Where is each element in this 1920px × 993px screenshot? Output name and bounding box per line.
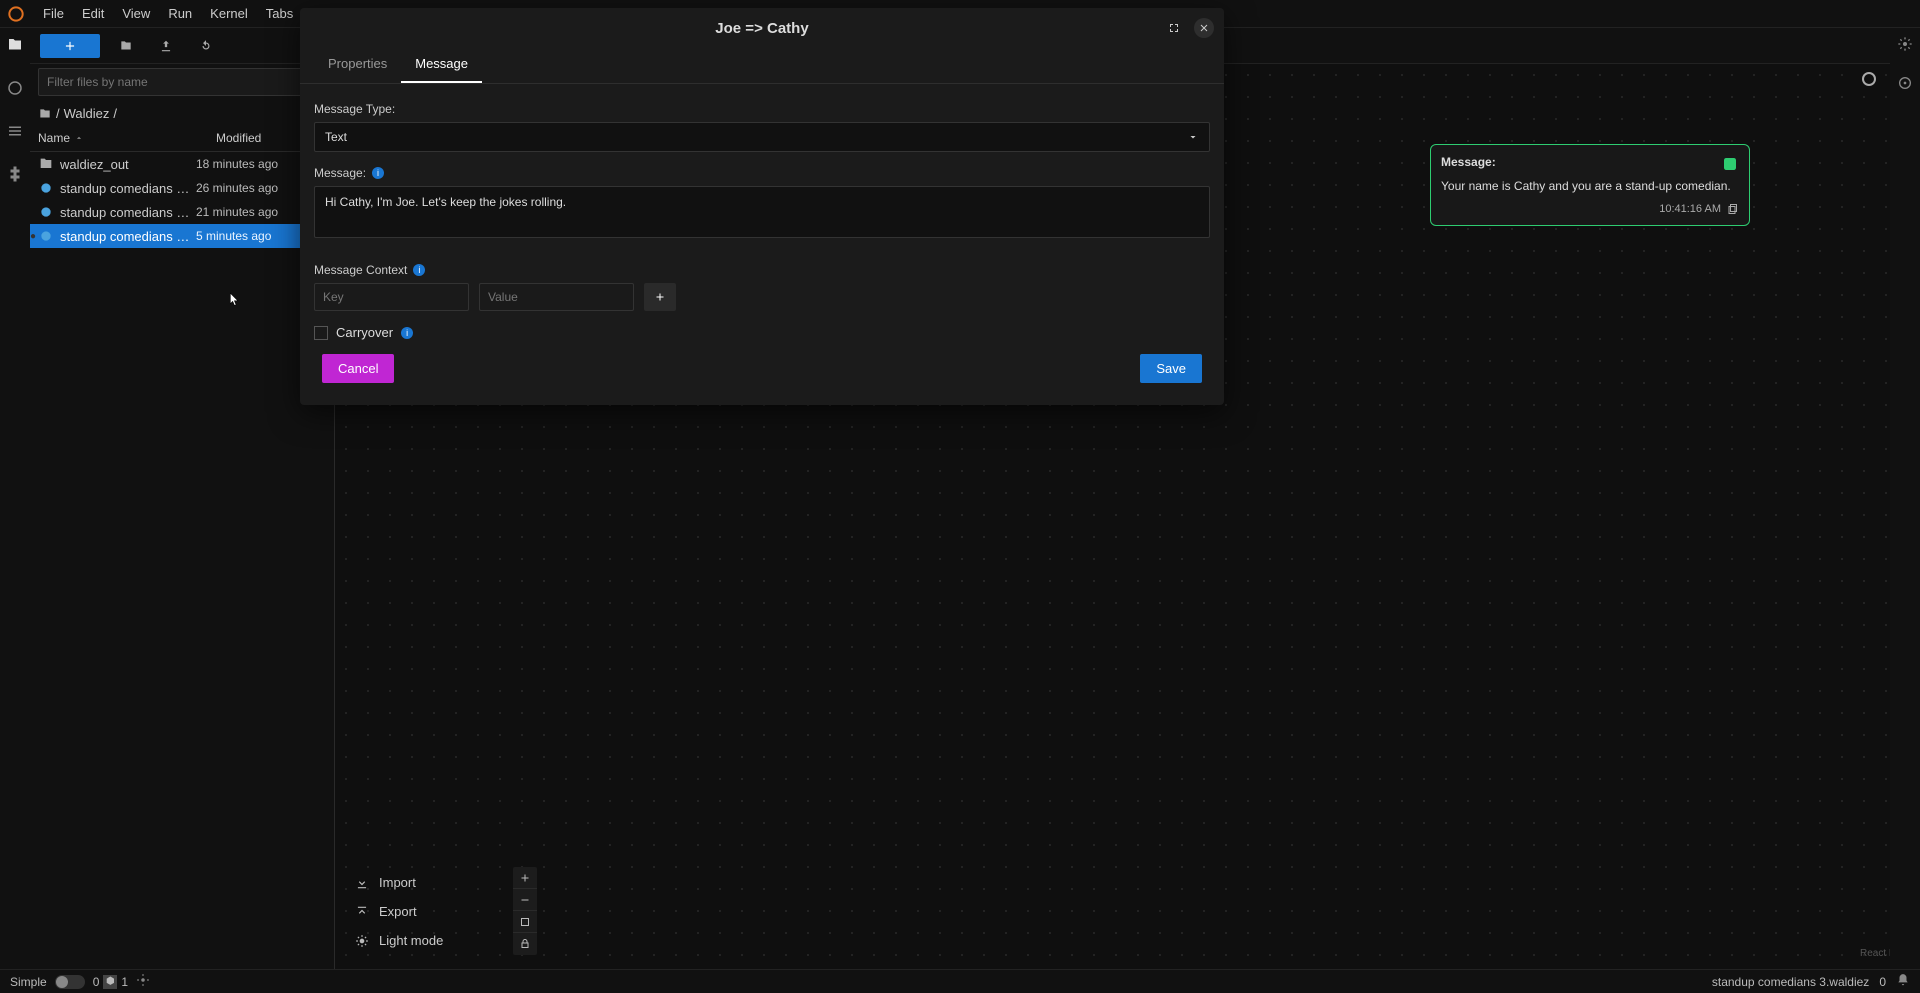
zoom-out-button[interactable] bbox=[513, 889, 537, 911]
message-textarea[interactable] bbox=[314, 186, 1210, 238]
kernel-status-icon bbox=[1862, 72, 1876, 86]
breadcrumb-root[interactable]: / bbox=[56, 106, 60, 121]
info-icon[interactable]: i bbox=[413, 264, 425, 276]
status-gear-icon[interactable] bbox=[136, 973, 150, 990]
tab-message[interactable]: Message bbox=[401, 48, 482, 83]
notifications-icon[interactable] bbox=[1896, 973, 1910, 990]
folder-icon bbox=[38, 156, 54, 172]
menu-file[interactable]: File bbox=[34, 6, 73, 21]
file-row[interactable]: waldiez_out18 minutes ago bbox=[0, 152, 334, 176]
modal-fullscreen-button[interactable] bbox=[1164, 18, 1184, 38]
flow-node-cathy[interactable]: Message: Your name is Cathy and you are … bbox=[1430, 144, 1750, 226]
info-icon[interactable]: i bbox=[372, 167, 384, 179]
file-name: standup comedians 2.waldiez bbox=[60, 205, 196, 220]
fit-view-button[interactable] bbox=[513, 911, 537, 933]
waldiez-file-icon bbox=[38, 204, 54, 220]
breadcrumb[interactable]: / Waldiez / bbox=[0, 102, 334, 125]
status-kernel-num: 1 bbox=[121, 975, 128, 989]
canvas-toolbar: Import Export Light mode bbox=[345, 868, 505, 955]
dirty-dot: ● bbox=[30, 231, 36, 242]
status-right-num: 0 bbox=[1879, 975, 1886, 989]
file-row[interactable]: standup comedians 2.waldiez21 minutes ag… bbox=[0, 200, 334, 224]
status-left-num: 0 bbox=[93, 975, 100, 989]
file-filter-input[interactable] bbox=[38, 68, 326, 96]
context-add-button[interactable] bbox=[644, 283, 676, 311]
label-message-context: Message Contexti bbox=[314, 263, 1210, 277]
edge-config-modal: Joe => Cathy Properties Message Message … bbox=[300, 8, 1224, 405]
rail-files-icon[interactable] bbox=[6, 36, 24, 59]
refresh-button[interactable] bbox=[192, 34, 220, 58]
menu-view[interactable]: View bbox=[113, 6, 159, 21]
context-value-input[interactable] bbox=[479, 283, 634, 311]
menu-run[interactable]: Run bbox=[159, 6, 201, 21]
modal-close-button[interactable] bbox=[1194, 18, 1214, 38]
canvas-import[interactable]: Import bbox=[345, 868, 505, 897]
modal-header: Joe => Cathy bbox=[300, 8, 1224, 48]
file-row[interactable]: ●standup comedians 3.waldiez5 minutes ag… bbox=[0, 224, 334, 248]
chevron-down-icon bbox=[1187, 131, 1199, 143]
tab-properties[interactable]: Properties bbox=[314, 48, 401, 83]
mode-toggle[interactable] bbox=[55, 975, 85, 989]
menu-kernel[interactable]: Kernel bbox=[201, 6, 257, 21]
rail-settings-icon[interactable] bbox=[1897, 75, 1913, 96]
canvas-zoom-controls bbox=[513, 867, 537, 955]
carryover-checkbox[interactable] bbox=[314, 326, 328, 340]
modal-tabs: Properties Message bbox=[300, 48, 1224, 84]
copy-icon[interactable] bbox=[1727, 203, 1739, 215]
info-icon[interactable]: i bbox=[401, 327, 413, 339]
canvas-lightmode[interactable]: Light mode bbox=[345, 926, 505, 955]
message-type-select[interactable]: Text bbox=[314, 122, 1210, 152]
message-type-value: Text bbox=[325, 130, 347, 144]
file-list: waldiez_out18 minutes agostandup comedia… bbox=[0, 152, 334, 969]
node-body: Your name is Cathy and you are a stand-u… bbox=[1441, 179, 1739, 193]
waldiez-file-icon bbox=[38, 228, 54, 244]
save-button[interactable]: Save bbox=[1140, 354, 1202, 383]
new-folder-button[interactable] bbox=[112, 34, 140, 58]
col-name[interactable]: Name bbox=[38, 131, 216, 145]
sort-asc-icon bbox=[74, 133, 84, 143]
context-key-input[interactable] bbox=[314, 283, 469, 311]
carryover-label: Carryover bbox=[336, 325, 393, 340]
kernel-indicator[interactable]: ⬢ bbox=[103, 975, 117, 989]
carryover-row: Carryover i bbox=[314, 325, 1210, 340]
modal-title: Joe => Cathy bbox=[715, 20, 808, 37]
label-message-type: Message Type: bbox=[314, 102, 1210, 116]
label-message: Message:i bbox=[314, 166, 1210, 180]
file-name: standup comedians 1.waldiez bbox=[60, 181, 196, 196]
rail-gear-icon[interactable] bbox=[1897, 36, 1913, 57]
file-name: standup comedians 3.waldiez bbox=[60, 229, 196, 244]
cancel-button[interactable]: Cancel bbox=[322, 354, 394, 383]
upload-button[interactable] bbox=[152, 34, 180, 58]
breadcrumb-sep: / bbox=[113, 106, 117, 121]
menu-tabs[interactable]: Tabs bbox=[257, 6, 302, 21]
activity-bar bbox=[0, 28, 30, 969]
status-mode-label: Simple bbox=[10, 975, 47, 989]
file-list-header: Name Modified bbox=[0, 125, 334, 152]
agent-chip-icon bbox=[1721, 155, 1739, 173]
right-rail bbox=[1890, 28, 1920, 969]
waldiez-file-icon bbox=[38, 180, 54, 196]
new-launcher-button[interactable] bbox=[40, 34, 100, 58]
context-row bbox=[314, 283, 1210, 311]
rail-extensions-icon[interactable] bbox=[6, 165, 24, 188]
breadcrumb-folder[interactable]: Waldiez bbox=[64, 106, 110, 121]
file-row[interactable]: standup comedians 1.waldiez26 minutes ag… bbox=[0, 176, 334, 200]
lock-button[interactable] bbox=[513, 933, 537, 955]
zoom-in-button[interactable] bbox=[513, 867, 537, 889]
file-browser: / Waldiez / Name Modified waldiez_out18 … bbox=[0, 64, 335, 969]
menu-edit[interactable]: Edit bbox=[73, 6, 113, 21]
status-filename: standup comedians 3.waldiez bbox=[1712, 975, 1869, 989]
file-filter bbox=[38, 68, 326, 96]
status-bar: Simple 0 ⬢ 1 standup comedians 3.waldiez… bbox=[0, 969, 1920, 993]
node-timestamp: 10:41:16 AM bbox=[1441, 203, 1739, 215]
rail-toc-icon[interactable] bbox=[6, 122, 24, 145]
file-name: waldiez_out bbox=[60, 157, 196, 172]
jupyter-logo bbox=[8, 6, 24, 22]
canvas-export[interactable]: Export bbox=[345, 897, 505, 926]
node-title-label: Message: bbox=[1441, 155, 1496, 169]
rail-running-icon[interactable] bbox=[6, 79, 24, 102]
